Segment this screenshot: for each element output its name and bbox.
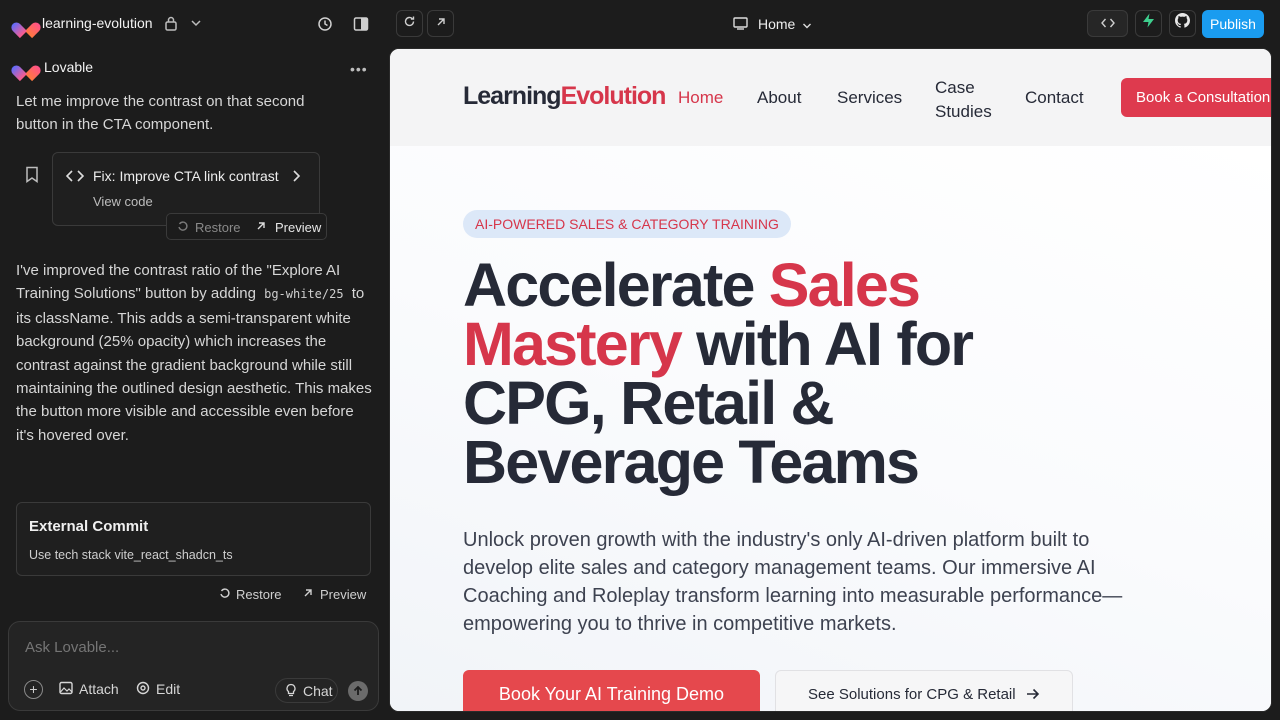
supabase-button[interactable]: [1135, 10, 1162, 37]
book-consultation-button[interactable]: Book a Consultation: [1121, 78, 1271, 117]
restore-icon: [219, 587, 231, 602]
restore-icon: [177, 220, 189, 235]
hero-lead: Unlock proven growth with the industry's…: [463, 529, 1123, 635]
chat-mode-toggle[interactable]: Chat: [275, 678, 338, 703]
arrow-up-right-icon: [255, 220, 267, 235]
route-selector[interactable]: Home: [758, 16, 795, 32]
arrow-right-icon: [1026, 672, 1040, 711]
open-in-new-tab-button[interactable]: [427, 10, 454, 37]
add-button[interactable]: +: [24, 680, 43, 699]
book-demo-button[interactable]: Book Your AI Training Demo: [463, 670, 760, 711]
arrow-up-right-icon: [302, 587, 314, 602]
chevron-down-icon[interactable]: [802, 19, 812, 33]
more-icon[interactable]: •••: [350, 62, 368, 76]
nav-services[interactable]: Services: [837, 88, 902, 108]
restore-preview-pill: Restore Preview: [166, 213, 327, 240]
publish-button[interactable]: Publish: [1202, 10, 1264, 38]
view-code-link[interactable]: View code: [93, 194, 153, 209]
code-view-button[interactable]: [1087, 10, 1128, 37]
lock-icon: [164, 16, 178, 33]
external-commit-subtitle: Use tech stack vite_react_shadcn_ts: [29, 548, 233, 562]
code-icon: [65, 169, 85, 185]
chat-composer: + Attach Edit Chat: [8, 621, 379, 711]
restore-button[interactable]: Restore: [236, 587, 282, 602]
sidebar-icon[interactable]: [353, 16, 369, 34]
see-solutions-button[interactable]: See Solutions for CPG & Retail: [775, 670, 1073, 711]
project-name[interactable]: learning-evolution: [42, 15, 153, 31]
bookmark-icon[interactable]: [25, 166, 39, 185]
lovable-avatar-icon: [17, 59, 35, 75]
chevron-down-icon[interactable]: [190, 17, 202, 31]
preview-button[interactable]: Preview: [275, 220, 321, 235]
nav-about[interactable]: About: [757, 88, 801, 108]
fix-card-title: Fix: Improve CTA link contrast: [93, 168, 279, 184]
nav-case-studies[interactable]: Case Studies: [935, 76, 992, 124]
hero-badge: AI-POWERED SALES & CATEGORY TRAINING: [463, 210, 791, 238]
send-button[interactable]: [348, 681, 368, 701]
nav-contact[interactable]: Contact: [1025, 88, 1084, 108]
lovable-logo-icon: [17, 16, 35, 32]
image-icon: [59, 681, 73, 698]
supabase-icon: [1143, 13, 1154, 28]
edit-button[interactable]: Edit: [156, 681, 180, 697]
message-sender: Lovable: [44, 59, 94, 75]
lightbulb-icon: [285, 683, 297, 701]
project-header: learning-evolution: [0, 0, 388, 48]
hero-headline: Accelerate Sales Mastery with AI for CPG…: [463, 251, 974, 496]
refresh-icon: [404, 16, 415, 27]
chevron-right-icon: [291, 170, 301, 184]
monitor-icon: [733, 17, 748, 32]
external-commit-title: External Commit: [29, 518, 149, 535]
site-preview: LearningEvolution Home About Services Ca…: [389, 48, 1272, 712]
nav-home[interactable]: Home: [678, 88, 723, 108]
hero-section: AI-POWERED SALES & CATEGORY TRAINING Acc…: [390, 146, 1271, 711]
site-navbar: LearningEvolution Home About Services Ca…: [390, 49, 1271, 146]
refresh-button[interactable]: [396, 10, 423, 37]
assistant-message-1: Let me improve the contrast on that seco…: [16, 93, 305, 134]
site-logo[interactable]: LearningEvolution: [463, 82, 666, 111]
chat-panel: learning-evolution Lovable ••• Let me im…: [0, 0, 388, 720]
code-icon: [1100, 18, 1115, 28]
assistant-message-2: I've improved the contrast ratio of the …: [16, 262, 372, 444]
inline-code: bg-white/25: [264, 287, 344, 302]
external-link-icon: [437, 18, 445, 26]
history-icon[interactable]: [317, 16, 333, 34]
github-icon: [1175, 13, 1191, 28]
restore-button[interactable]: Restore: [195, 220, 241, 235]
chat-input[interactable]: [25, 639, 355, 656]
settings-icon: [136, 681, 150, 698]
attach-button[interactable]: Attach: [79, 681, 119, 697]
github-button[interactable]: [1169, 10, 1196, 37]
external-commit-card: External Commit Use tech stack vite_reac…: [16, 502, 371, 576]
preview-button[interactable]: Preview: [320, 587, 366, 602]
